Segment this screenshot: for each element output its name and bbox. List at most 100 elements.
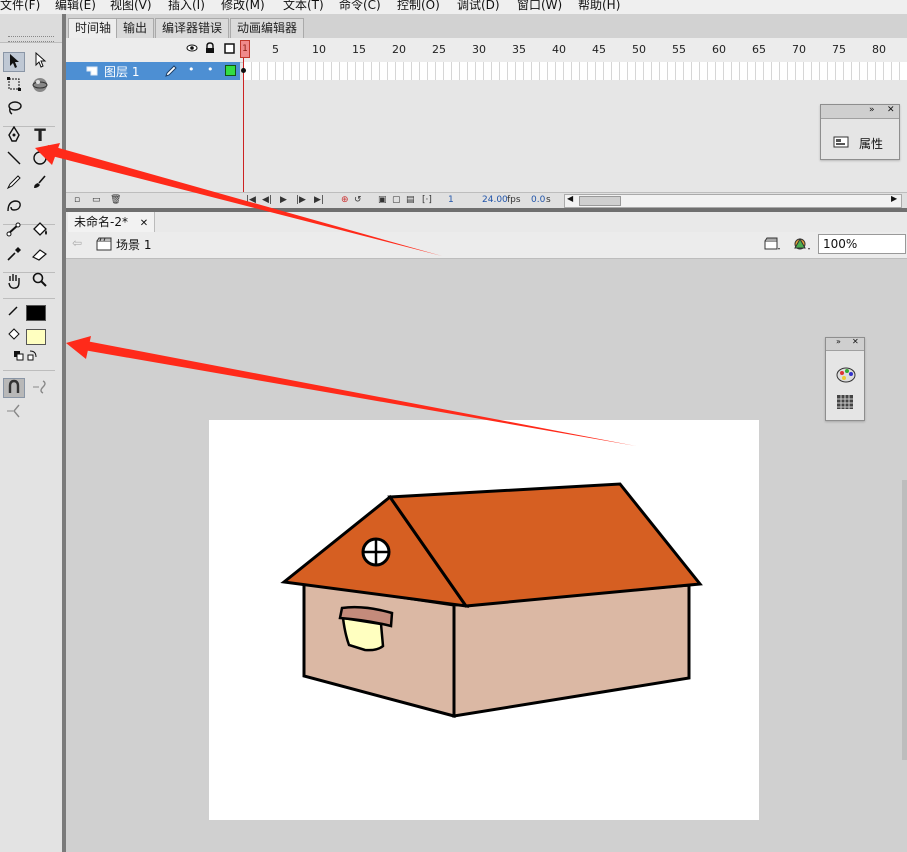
back-arrow-icon[interactable]: ⇦	[72, 236, 82, 250]
edit-scene-icon[interactable]	[764, 236, 782, 255]
fps-value[interactable]: 24.00	[482, 195, 508, 205]
menu-modify[interactable]: 修改(M)	[221, 0, 265, 13]
onion-outline-icon[interactable]: ▢	[392, 195, 401, 205]
center-frame-icon[interactable]: ⊕	[341, 195, 349, 205]
tab-motion-editor[interactable]: 动画编辑器	[230, 18, 305, 38]
play-icon[interactable]: ▶	[280, 195, 287, 205]
next-frame-icon[interactable]: |▶	[296, 195, 306, 205]
selection-tool-icon[interactable]	[3, 52, 25, 72]
frame-number: 65	[752, 43, 766, 56]
house-drawing[interactable]	[209, 420, 759, 820]
straighten-option-icon[interactable]	[3, 402, 25, 422]
bone-tool-icon[interactable]	[3, 222, 25, 242]
eraser-tool-icon[interactable]	[29, 246, 51, 266]
hand-tool-icon[interactable]	[3, 272, 25, 292]
tools-panel: T	[0, 14, 63, 852]
deco-tool-icon[interactable]	[3, 198, 25, 218]
tools-panel-grip[interactable]	[0, 14, 62, 43]
expand-panel-icon[interactable]: »	[836, 337, 841, 346]
fill-color-swatch[interactable]	[26, 329, 46, 345]
stage[interactable]	[209, 420, 759, 820]
zoom-select[interactable]: 100%	[818, 234, 906, 254]
last-frame-icon[interactable]: ▶|	[314, 195, 324, 205]
snap-magnet-icon[interactable]	[3, 378, 25, 398]
close-icon[interactable]: ✕	[887, 105, 895, 115]
free-transform-tool-icon[interactable]	[3, 76, 25, 96]
expand-panel-icon[interactable]: »	[869, 105, 875, 115]
color-palette-icon[interactable]	[836, 366, 856, 387]
layer-lock-dot[interactable]: •	[207, 63, 214, 76]
line-tool-icon[interactable]	[3, 150, 25, 170]
keyframe-marker[interactable]	[241, 68, 246, 73]
menu-control[interactable]: 控制(O)	[397, 0, 440, 13]
elapsed-time[interactable]: 0.0	[531, 195, 545, 205]
edit-symbols-icon[interactable]	[792, 236, 812, 255]
layer-outline-color[interactable]	[225, 65, 236, 76]
outline-icon[interactable]	[224, 43, 235, 57]
lasso-tool-icon[interactable]	[3, 100, 25, 120]
new-layer-icon[interactable]: ▫	[74, 195, 80, 205]
layer-row[interactable]: 图层 1 • •	[66, 62, 240, 80]
subselection-tool-icon[interactable]	[29, 51, 51, 72]
delete-layer-icon[interactable]: 🗑	[110, 195, 121, 205]
onion-skin-icon[interactable]: ▣	[378, 195, 387, 205]
current-frame[interactable]: 1	[448, 195, 454, 205]
pencil-tool-icon[interactable]	[3, 174, 25, 194]
text-tool-icon[interactable]: T	[29, 126, 51, 146]
panel-tab-bar: 时间轴 输出 编译器错误 动画编辑器	[66, 14, 907, 39]
playhead-line	[243, 58, 244, 204]
properties-icon[interactable]	[833, 135, 851, 152]
frame-number: 55	[672, 43, 686, 56]
menu-debug[interactable]: 调试(D)	[457, 0, 500, 13]
paint-bucket-tool-icon[interactable]	[29, 222, 51, 242]
menu-commands[interactable]: 命令(C)	[339, 0, 381, 13]
document-tab[interactable]: 未命名-2* ✕	[68, 212, 156, 232]
elapsed-unit: s	[546, 195, 551, 205]
playhead[interactable]: 1	[240, 40, 250, 58]
timeline-hscrollbar[interactable]: ◀ ▶	[564, 194, 902, 208]
3d-rotation-tool-icon[interactable]	[29, 76, 51, 96]
menu-help[interactable]: 帮助(H)	[578, 0, 620, 13]
eyedropper-tool-icon[interactable]	[3, 246, 25, 266]
properties-mini-panel: » ✕ 属性	[820, 104, 900, 160]
scroll-left-icon[interactable]: ◀	[567, 194, 573, 203]
eye-icon[interactable]	[186, 42, 198, 57]
zoom-tool-icon[interactable]	[29, 272, 51, 292]
work-area-scrollbar[interactable]	[902, 480, 907, 760]
modify-onion-markers-icon[interactable]: [·]	[422, 195, 432, 205]
smooth-option-icon[interactable]	[29, 378, 51, 398]
pencil-icon	[164, 64, 178, 81]
menu-text[interactable]: 文本(T)	[283, 0, 324, 13]
menu-window[interactable]: 窗口(W)	[517, 0, 562, 13]
prev-frame-icon[interactable]: ◀|	[262, 195, 272, 205]
close-icon[interactable]: ✕	[852, 337, 859, 346]
scroll-thumb[interactable]	[579, 196, 621, 206]
swap-colors-icon[interactable]	[8, 348, 42, 368]
loop-icon[interactable]: ↺	[354, 195, 362, 205]
menu-view[interactable]: 视图(V)	[110, 0, 152, 13]
layer-name[interactable]: 图层 1	[104, 63, 139, 80]
edit-multiple-frames-icon[interactable]: ▤	[406, 195, 415, 205]
menu-insert[interactable]: 插入(I)	[168, 0, 205, 13]
swatches-icon[interactable]	[836, 394, 854, 413]
tab-compiler-errors[interactable]: 编译器错误	[155, 18, 230, 38]
menu-edit[interactable]: 编辑(E)	[55, 0, 96, 13]
scene-label[interactable]: 场景 1	[116, 236, 151, 253]
tab-output[interactable]: 输出	[116, 18, 155, 38]
frames-row[interactable]	[244, 62, 907, 80]
stroke-color-swatch[interactable]	[26, 305, 46, 321]
properties-label[interactable]: 属性	[859, 135, 883, 152]
scroll-right-icon[interactable]: ▶	[891, 194, 897, 203]
layer-visible-dot[interactable]: •	[188, 63, 195, 76]
menu-file[interactable]: 文件(F)	[0, 0, 40, 13]
pen-tool-icon[interactable]	[3, 125, 25, 146]
frame-number: 75	[832, 43, 846, 56]
oval-tool-icon[interactable]	[29, 150, 51, 170]
first-frame-icon[interactable]: |◀	[246, 195, 256, 205]
lock-icon[interactable]	[205, 42, 215, 57]
tab-timeline[interactable]: 时间轴	[68, 18, 119, 38]
stroke-color-icon	[3, 303, 25, 323]
new-folder-icon[interactable]: ▭	[92, 195, 101, 205]
close-icon[interactable]: ✕	[140, 218, 148, 229]
brush-tool-icon[interactable]	[29, 174, 51, 194]
